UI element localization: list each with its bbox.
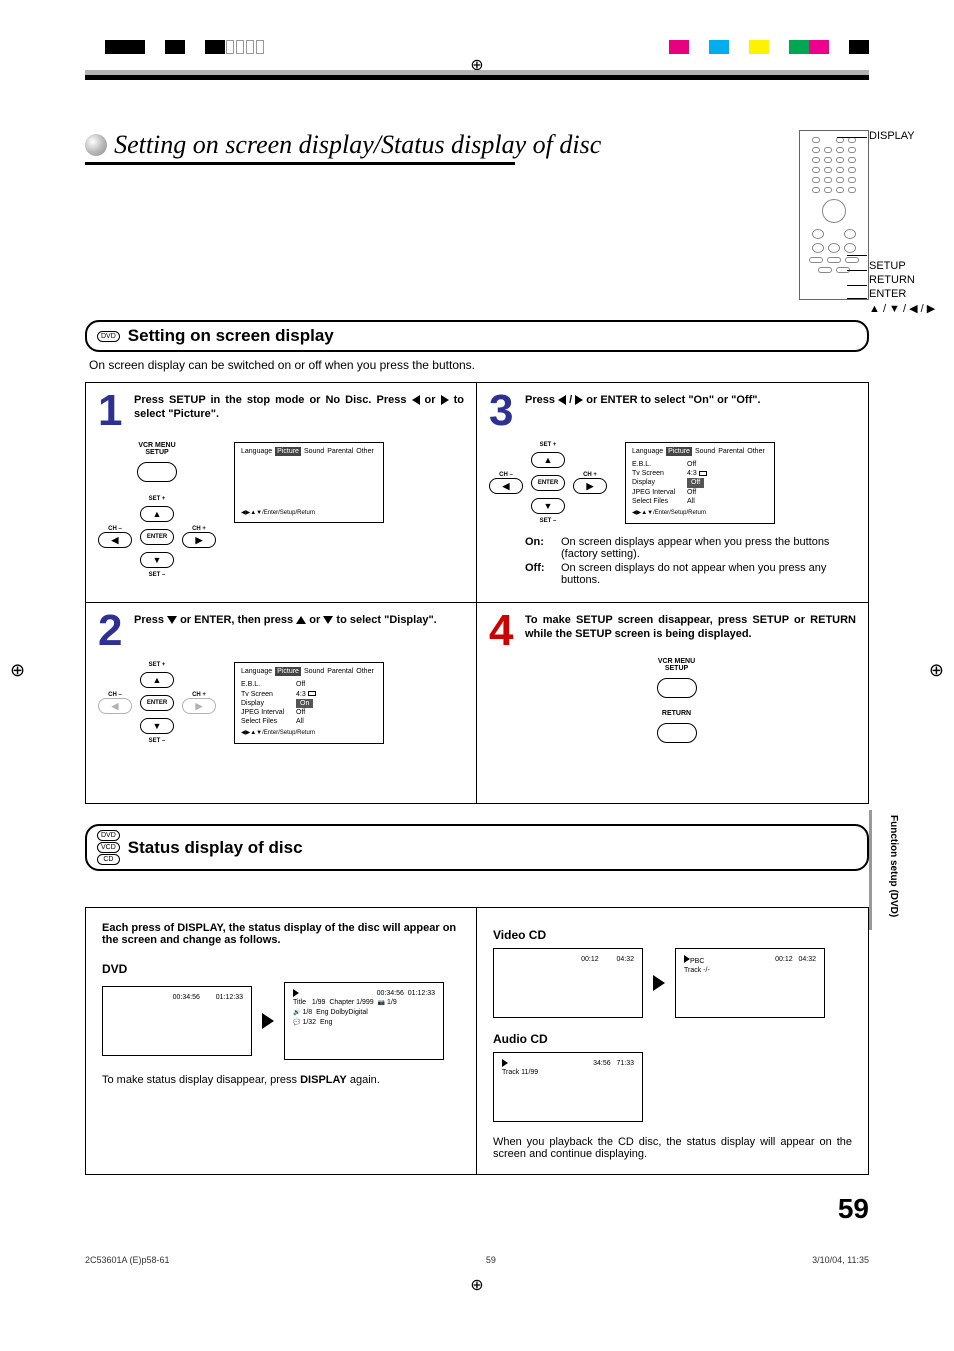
step-4: 4 To make SETUP screen disappear, press … [477,603,868,803]
dvd-badge: DVD [97,830,120,841]
osd-screen-step2: Language Picture Sound Parental Other E.… [234,662,384,744]
step-number: 3 [489,393,513,428]
enter-button: ENTER [531,475,565,491]
section-intro: On screen display can be switched on or … [89,358,865,372]
vcd-label: Video CD [493,928,852,942]
down-arrow-icon [323,616,333,624]
button-label-vcr-menu: VCR MENUSETUP [138,442,175,456]
enter-button: ENTER [140,695,174,711]
set-minus-button: ▼ [140,718,174,734]
dvd-status-screen-2: 00:34:56 01:12:33 Title 1/99 Chapter 1/9… [284,982,444,1060]
crosshair-icon: ⊕ [10,660,25,681]
footer-date: 3/10/04, 11:35 [812,1255,869,1265]
setup-button [137,462,177,482]
play-icon [502,1059,508,1067]
dvd-status-screen-1: 00:34:56 01:12:33 [102,986,252,1056]
right-arrow-icon [441,395,449,405]
right-arrow-icon [653,975,665,991]
ch-minus-button: ◀ [98,698,132,714]
return-button [657,723,697,743]
ch-plus-button: ▶ [182,532,216,548]
header-divider [85,70,869,80]
bullet-sphere-icon [85,134,107,156]
section-header-setting: DVD Setting on screen display [85,320,869,352]
crosshair-icon: ⊕ [929,660,944,681]
step-number: 1 [98,393,122,428]
osd-screen-step1: Language Picture Sound Parental Other ◀▶… [234,442,384,523]
page-number: 59 [85,1193,869,1225]
set-minus-button: ▼ [531,498,565,514]
page-header: Setting on screen display/Status display… [85,130,869,300]
ch-plus-button: ▶ [182,698,216,714]
step-number: 4 [489,613,513,648]
vcd-status-screen-2: PBC 00:12 04:32 Track -/- [675,948,825,1018]
ch-plus-button: ▶ [573,478,607,494]
set-plus-button: ▲ [140,672,174,688]
right-arrow-icon [262,1013,274,1029]
vcd-status-screen-1: 00:12 04:32 [493,948,643,1018]
up-arrow-icon [296,616,306,624]
page-title: Setting on screen display/Status display… [114,130,601,159]
side-tab-label: Function setup (DVD) [888,815,899,917]
print-registration-top [0,0,954,50]
side-tab-marker [869,810,872,930]
dvd-badge: DVD [97,331,120,342]
aspect-icon [699,471,707,476]
down-arrow-icon [167,616,177,624]
left-arrow-icon [558,395,566,405]
step-3: 3 Press / or ENTER to select "On" or "Of… [477,383,868,603]
aspect-icon [308,691,316,696]
status-intro-text: Each press of DISPLAY, the status displa… [102,922,460,946]
footer-doc: 2C53601A (E)p58-61 [85,1255,170,1265]
status-display-panel: Each press of DISPLAY, the status displa… [85,907,869,1175]
set-plus-button: ▲ [140,506,174,522]
section-title: Status display of disc [128,838,303,858]
steps-grid: 1 Press SETUP in the stop mode or No Dis… [85,382,869,804]
audio-cd-status-screen: 34:56 71:33 Track 11/99 [493,1052,643,1122]
crosshair-icon: ⊕ [0,1275,954,1295]
status-right-note: When you playback the CD disc, the statu… [493,1136,852,1160]
off-label: Off: [525,562,561,586]
play-icon [293,989,299,997]
remote-label-arrows: ▲ / ▼ / ◀ / ▶ [869,302,954,315]
remote-label-display: DISPLAY [869,130,954,142]
cd-badge: CD [97,854,120,865]
remote-label-enter: ENTER [869,288,954,300]
osd-screen-step3: Language Picture Sound Parental Other E.… [625,442,775,524]
section-title: Setting on screen display [128,326,334,346]
setup-button [657,678,697,698]
vcd-badge: VCD [97,842,120,853]
enter-button: ENTER [140,529,174,545]
remote-control-diagram [799,130,869,300]
footer-info: 2C53601A (E)p58-61 59 3/10/04, 11:35 [85,1255,869,1265]
dvd-label: DVD [102,962,460,976]
audio-cd-label: Audio CD [493,1032,852,1046]
step-1: 1 Press SETUP in the stop mode or No Dis… [86,383,477,603]
set-plus-button: ▲ [531,452,565,468]
on-label: On: [525,536,561,560]
left-arrow-icon [412,395,420,405]
step-number: 2 [98,613,122,648]
set-minus-button: ▼ [140,552,174,568]
remote-label-return: RETURN [869,274,954,286]
step-2: 2 Press or ENTER, then press or to selec… [86,603,477,803]
remote-label-setup: SETUP [869,260,954,272]
section-header-status: DVD VCD CD Status display of disc [85,824,869,871]
ch-minus-button: ◀ [489,478,523,494]
ch-minus-button: ◀ [98,532,132,548]
right-arrow-icon [575,395,583,405]
status-left-note: To make status display disappear, press … [102,1074,460,1086]
footer-page: 59 [486,1255,496,1265]
